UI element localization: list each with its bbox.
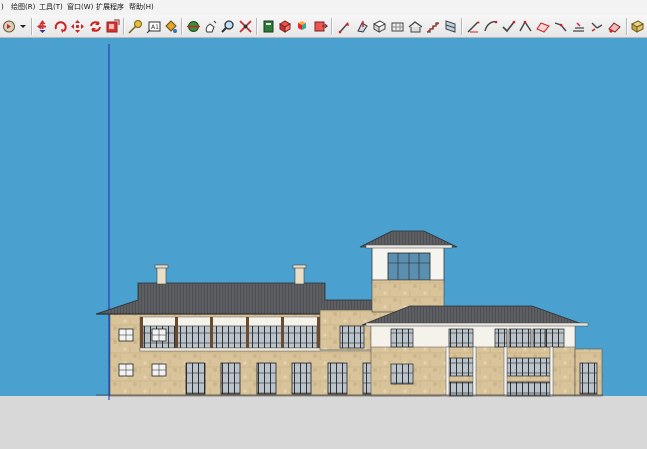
- cube-export-icon: [630, 20, 645, 33]
- materials-icon: [298, 21, 306, 30]
- wall-icon: [391, 22, 404, 32]
- window-tool[interactable]: [443, 19, 458, 34]
- materials-tool[interactable]: [295, 19, 310, 34]
- offset-icon: [573, 22, 584, 32]
- column-tool[interactable]: [466, 19, 481, 34]
- menu-window[interactable]: 窗口(W): [67, 3, 93, 12]
- select-icon: [3, 20, 26, 33]
- move-tool[interactable]: [53, 19, 68, 34]
- export-icon: [314, 21, 328, 32]
- paint-icon: [608, 22, 621, 33]
- right-annex-window: [579, 362, 598, 395]
- menu-edge[interactable]: ): [1, 3, 4, 12]
- roof-tool[interactable]: [408, 19, 423, 34]
- scene-canvas[interactable]: [0, 38, 647, 449]
- extend-tool[interactable]: [607, 19, 622, 34]
- trim-tool[interactable]: [571, 19, 586, 34]
- menu-tools[interactable]: 工具(T): [39, 3, 63, 12]
- paint-bucket-tool[interactable]: [35, 19, 50, 34]
- face-tool[interactable]: [372, 19, 387, 34]
- menu-help[interactable]: 帮助(H): [129, 3, 154, 12]
- select-tool[interactable]: [2, 19, 28, 34]
- ground-plane: [0, 396, 647, 449]
- toolbar-separator: [626, 18, 628, 35]
- line-arrow-icon: [338, 22, 349, 34]
- export-tool[interactable]: [630, 19, 645, 34]
- toolbar-separator: [461, 18, 463, 35]
- extend-icon: [591, 22, 603, 32]
- pencil-line-icon: [467, 21, 480, 33]
- orbit-tool[interactable]: [203, 19, 218, 34]
- paint-bucket-icon: [165, 20, 177, 33]
- follow-me-tool[interactable]: [128, 19, 143, 34]
- styles-tool[interactable]: [313, 19, 328, 34]
- scale-box-icon: [106, 19, 120, 33]
- rotate-tool[interactable]: [70, 19, 85, 34]
- components-tool[interactable]: [278, 19, 293, 34]
- stairs-icon: [426, 22, 440, 33]
- menu-draw[interactable]: 绘图(R): [11, 3, 35, 12]
- section-tool[interactable]: [355, 19, 370, 34]
- right-wing-eave: [365, 322, 589, 327]
- menu-bar: ) 绘图(R) 工具(T) 窗口(W) 扩展程序 帮助(H): [0, 0, 647, 16]
- bend-icon: [554, 22, 567, 32]
- menu-extensions[interactable]: 扩展程序: [96, 3, 124, 12]
- dimension-tool[interactable]: [163, 19, 178, 34]
- curve-tool[interactable]: [553, 19, 568, 34]
- tape-measure-icon: [128, 20, 142, 34]
- edit-tool[interactable]: [518, 19, 533, 34]
- left-wing-upper-windows: [142, 325, 318, 349]
- text-tool[interactable]: [186, 19, 201, 34]
- zoom-extents-icon: [239, 20, 252, 33]
- curve-icon: [484, 20, 498, 32]
- arc-tool[interactable]: [535, 19, 550, 34]
- rotate-arrow-icon: [54, 21, 67, 33]
- wall-tool[interactable]: [390, 19, 405, 34]
- roof-icon: [408, 21, 423, 33]
- face-icon: [372, 20, 387, 33]
- offset-tool[interactable]: [589, 19, 604, 34]
- toolbar-separator: [331, 18, 333, 35]
- toolbar-separator: [31, 18, 33, 35]
- check-icon: [502, 20, 516, 33]
- book-icon: [263, 20, 274, 33]
- left-chimney-cap: [154, 264, 169, 269]
- tape-measure-tool[interactable]: A1: [146, 19, 161, 34]
- right-chimney-cap: [292, 264, 307, 269]
- pan-tool[interactable]: [220, 19, 235, 34]
- cross-arrows-icon: [37, 20, 46, 33]
- stairs-tool[interactable]: [425, 19, 440, 34]
- orbit-icon: [187, 21, 200, 32]
- zoom-icon: [221, 20, 234, 33]
- door-tool[interactable]: [483, 19, 498, 34]
- zoom-tool[interactable]: [238, 19, 253, 34]
- toolbar-separator: [256, 18, 258, 35]
- move-arrows-icon: [71, 20, 84, 33]
- zoom-extents-tool[interactable]: [261, 19, 276, 34]
- tower-eave: [365, 244, 453, 249]
- push-pull-tool[interactable]: [105, 19, 120, 34]
- main-toolbar: A1: [0, 15, 647, 38]
- pan-hand-icon: [205, 20, 217, 33]
- beam-tool[interactable]: [501, 19, 516, 34]
- toolbar-separator: [123, 18, 125, 35]
- toolbar-separator: [181, 18, 183, 35]
- model-viewport[interactable]: [0, 38, 647, 449]
- right-chimney: [294, 266, 305, 285]
- refresh-icon: [90, 21, 101, 32]
- components-icon: [279, 20, 291, 33]
- layers-tool[interactable]: [337, 19, 352, 34]
- svg-text:A1: A1: [151, 24, 159, 31]
- window-icon: [445, 20, 456, 33]
- polygon-icon: [536, 22, 550, 33]
- extrude-icon: [357, 21, 368, 33]
- scale-tool[interactable]: [88, 19, 103, 34]
- arc-icon: [519, 20, 532, 32]
- text-label-icon: A1: [146, 21, 161, 34]
- left-chimney: [156, 266, 167, 285]
